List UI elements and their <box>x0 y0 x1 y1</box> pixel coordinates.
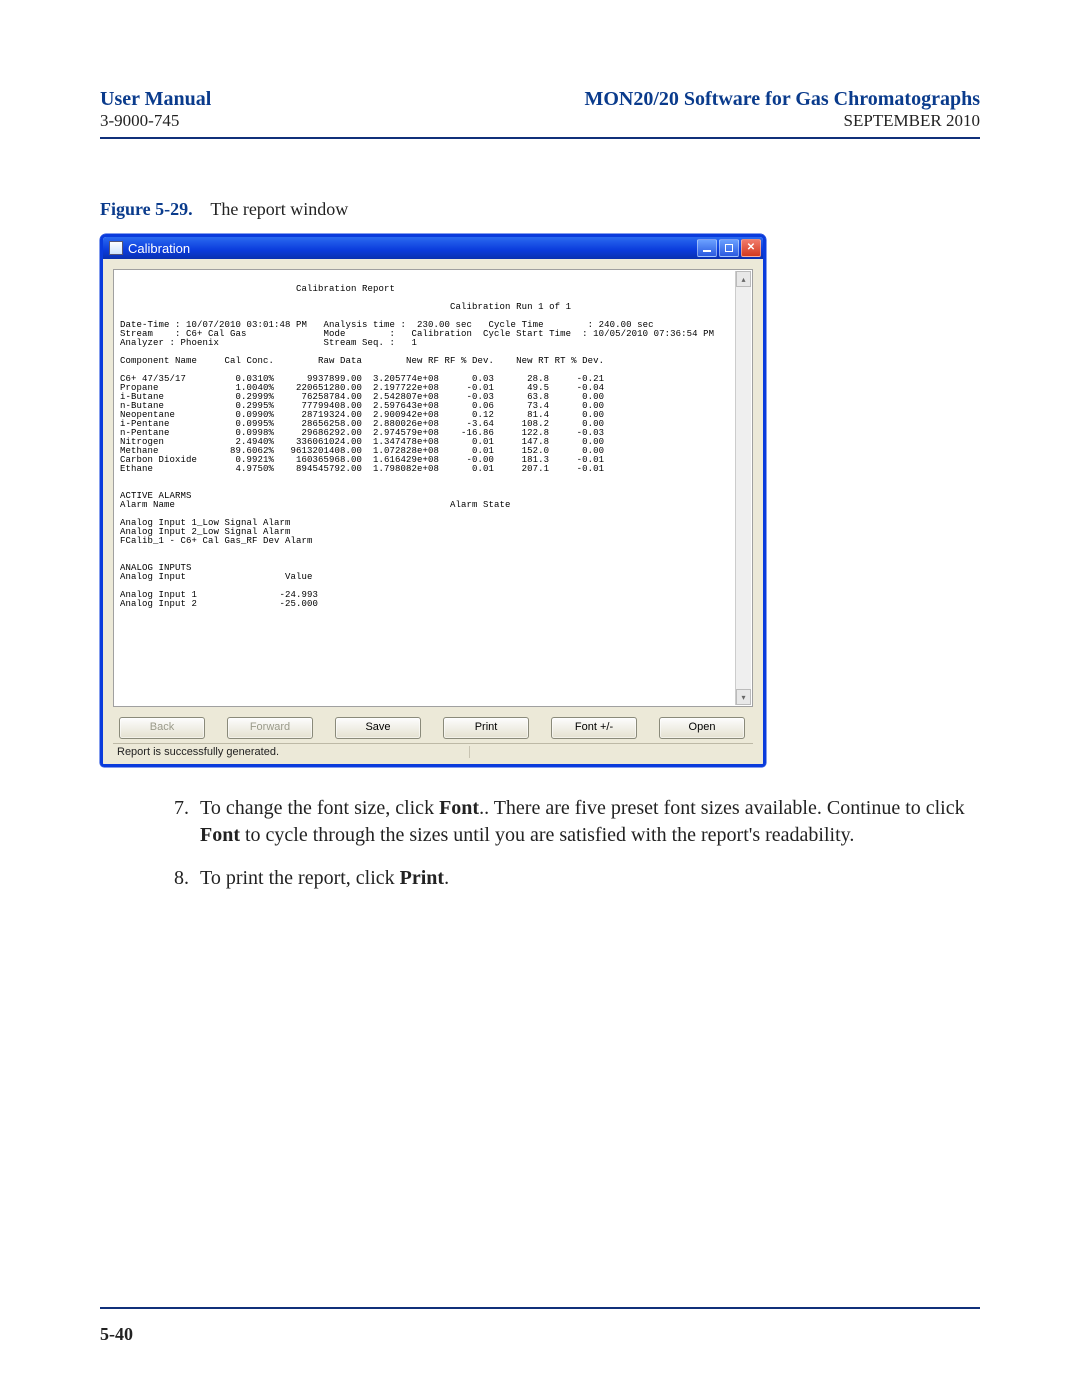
header-rule <box>100 137 980 139</box>
calibration-window: Calibration Calibration Report Ca <box>100 234 766 767</box>
print-button[interactable]: Print <box>443 717 529 739</box>
window-titlebar[interactable]: Calibration <box>103 237 763 259</box>
back-button[interactable]: Back <box>119 717 205 739</box>
footer-rule <box>100 1307 980 1309</box>
scroll-down-icon[interactable]: ▾ <box>736 689 751 705</box>
app-icon <box>109 241 123 255</box>
header-right-title: MON20/20 Software for Gas Chromatographs <box>584 88 980 111</box>
figure-caption: Figure 5-29. The report window <box>100 199 980 220</box>
figure-label: Figure 5-29. <box>100 199 193 219</box>
instruction-item-7: To change the font size, click Font.. Th… <box>194 795 980 849</box>
figure-caption-text: The report window <box>210 199 348 219</box>
minimize-button[interactable] <box>697 239 717 257</box>
report-text: Calibration Report Calibration Run 1 of … <box>120 285 730 609</box>
document-header: User Manual 3-9000-745 MON20/20 Software… <box>100 88 980 131</box>
forward-button[interactable]: Forward <box>227 717 313 739</box>
open-button[interactable]: Open <box>659 717 745 739</box>
status-text: Report is successfully generated. <box>117 746 470 758</box>
vertical-scrollbar[interactable]: ▴ ▾ <box>735 271 751 705</box>
font-button[interactable]: Font +/- <box>551 717 637 739</box>
window-title: Calibration <box>128 241 190 256</box>
header-right-sub: SEPTEMBER 2010 <box>584 111 980 131</box>
page-number: 5-40 <box>100 1324 133 1345</box>
instruction-item-8: To print the report, click Print. <box>194 865 980 892</box>
report-viewport: Calibration Report Calibration Run 1 of … <box>113 269 753 707</box>
header-left-title: User Manual <box>100 88 211 111</box>
close-window-button[interactable] <box>741 239 761 257</box>
instruction-list: To change the font size, click Font.. Th… <box>160 795 980 892</box>
header-left-sub: 3-9000-745 <box>100 111 211 131</box>
save-button[interactable]: Save <box>335 717 421 739</box>
maximize-button[interactable] <box>719 239 739 257</box>
scroll-up-icon[interactable]: ▴ <box>736 271 751 287</box>
button-row: Back Forward Save Print Font +/- Open Cl… <box>113 707 753 743</box>
status-bar: Report is successfully generated. <box>113 743 753 760</box>
